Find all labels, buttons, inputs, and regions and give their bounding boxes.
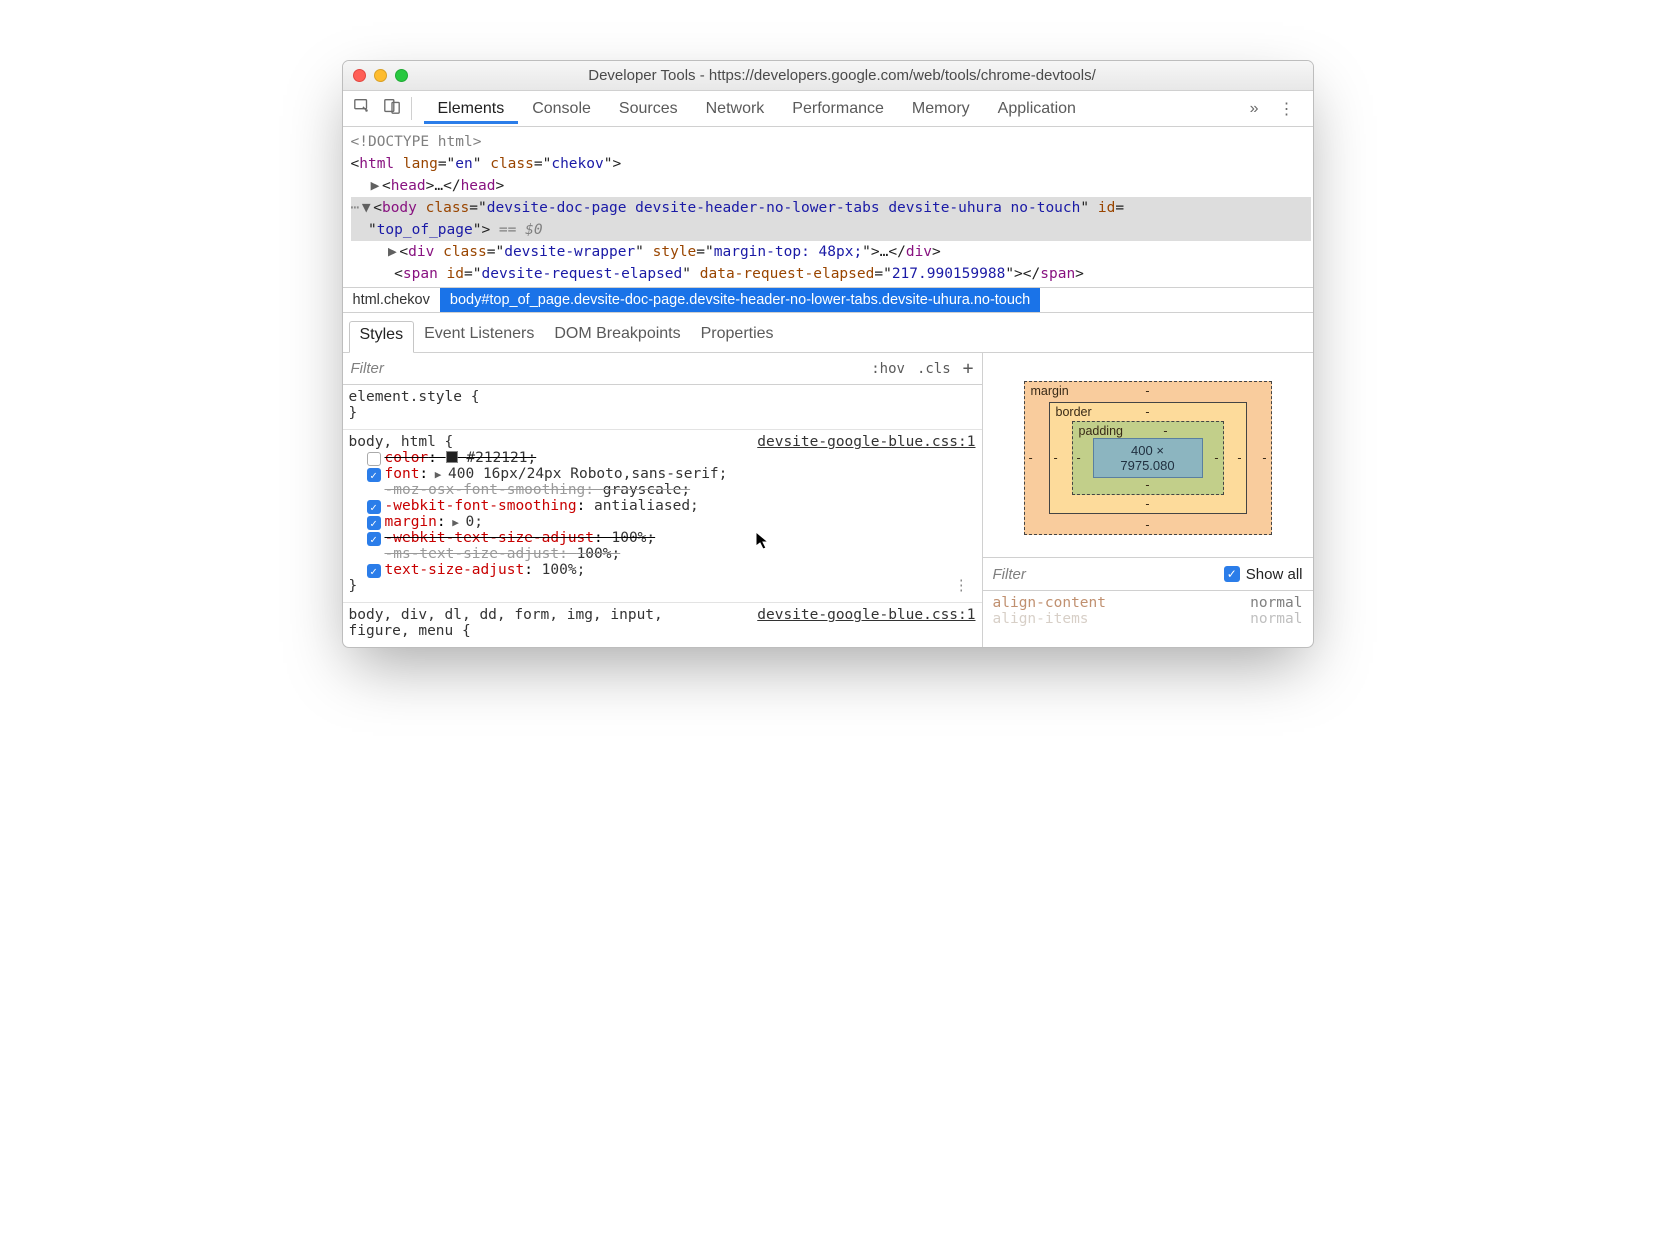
selector-body-html[interactable]: body, html { <box>349 434 454 450</box>
prop-webkit-font-smoothing[interactable]: ✓ -webkit-font-smoothing: antialiased; <box>349 498 976 514</box>
box-padding-label: padding <box>1079 424 1124 438</box>
selector-element-style[interactable]: element.style { <box>349 389 480 405</box>
box-model[interactable]: margin - - - - border - - - - padding - <box>983 353 1313 557</box>
prop-color[interactable]: color: #212121; <box>349 450 976 466</box>
inspect-element-icon[interactable] <box>353 97 371 120</box>
subtab-event-listeners[interactable]: Event Listeners <box>414 321 544 352</box>
subtab-properties[interactable]: Properties <box>691 321 784 352</box>
prop-checkbox[interactable]: ✓ <box>367 532 381 546</box>
computed-row[interactable]: align-content normal <box>993 595 1303 611</box>
color-swatch-icon[interactable] <box>446 451 458 463</box>
show-all-label: Show all <box>1246 566 1303 583</box>
collapse-icon[interactable]: ▼ <box>359 197 373 219</box>
computed-pane: margin - - - - border - - - - padding - <box>983 353 1313 647</box>
styles-split: Filter :hov .cls + element.style { } bod… <box>343 353 1313 647</box>
breadcrumb-body[interactable]: body#top_of_page.devsite-doc-page.devsit… <box>440 288 1040 312</box>
zoom-window-button[interactable] <box>395 69 408 82</box>
breadcrumb-html[interactable]: html.chekov <box>343 288 440 312</box>
kebab-menu-icon[interactable]: ⋮ <box>1271 99 1303 119</box>
overflow-tabs-icon[interactable]: » <box>1242 100 1267 118</box>
computed-row[interactable]: align-items normal <box>993 611 1303 627</box>
devtools-window: Developer Tools - https://developers.goo… <box>342 60 1314 648</box>
dom-node-head[interactable]: ▶<head>…</head> <box>351 175 1311 197</box>
prop-margin[interactable]: ✓ margin: ▶ 0; <box>349 514 976 530</box>
prop-checkbox[interactable]: ✓ <box>367 500 381 514</box>
sidebar-tabs: Styles Event Listeners DOM Breakpoints P… <box>343 313 1313 353</box>
dom-tree[interactable]: <!DOCTYPE html> <html lang="en" class="c… <box>343 127 1313 287</box>
device-toolbar-icon[interactable] <box>383 97 401 120</box>
rule-body-html[interactable]: body, html { devsite-google-blue.css:1 c… <box>343 430 982 603</box>
selector-body-div[interactable]: body, div, dl, dd, form, img, input, <box>349 607 663 623</box>
show-all-checkbox[interactable]: ✓ <box>1224 566 1240 582</box>
dom-node-body-selected[interactable]: ⋯▼<body class="devsite-doc-page devsite-… <box>351 197 1311 241</box>
prop-checkbox[interactable]: ✓ <box>367 468 381 482</box>
cls-toggle[interactable]: .cls <box>917 361 951 377</box>
dom-node-span[interactable]: <span id="devsite-request-elapsed" data-… <box>351 263 1311 285</box>
tab-elements[interactable]: Elements <box>424 94 519 124</box>
prop-checkbox[interactable]: ✓ <box>367 564 381 578</box>
prop-checkbox[interactable] <box>367 452 381 466</box>
source-link[interactable]: devsite-google-blue.css:1 <box>757 607 975 623</box>
styles-filter-input[interactable]: Filter <box>351 360 384 377</box>
prop-ms-text-size-adjust[interactable]: -ms-text-size-adjust: 100%; <box>349 546 976 562</box>
box-margin-label: margin <box>1031 384 1069 398</box>
tab-memory[interactable]: Memory <box>898 94 984 124</box>
tab-sources[interactable]: Sources <box>605 94 692 124</box>
expand-icon[interactable]: ▶ <box>368 175 382 197</box>
dom-doctype[interactable]: <!DOCTYPE html> <box>351 134 482 150</box>
panel-tabs: Elements Console Sources Network Perform… <box>424 94 1090 124</box>
styles-pane: Filter :hov .cls + element.style { } bod… <box>343 353 983 647</box>
expand-shorthand-icon[interactable]: ▶ <box>428 468 448 481</box>
close-window-button[interactable] <box>353 69 366 82</box>
expand-icon[interactable]: ▶ <box>385 241 399 263</box>
prop-moz-osx-font-smoothing[interactable]: -moz-osx-font-smoothing: grayscale; <box>349 482 976 498</box>
traffic-lights <box>353 69 408 82</box>
main-toolbar: Elements Console Sources Network Perform… <box>343 91 1313 127</box>
new-rule-icon[interactable]: + <box>963 358 974 379</box>
hov-toggle[interactable]: :hov <box>871 361 905 377</box>
titlebar: Developer Tools - https://developers.goo… <box>343 61 1313 91</box>
tab-application[interactable]: Application <box>984 94 1090 124</box>
subtab-styles[interactable]: Styles <box>349 321 415 353</box>
subtab-dom-breakpoints[interactable]: DOM Breakpoints <box>544 321 690 352</box>
computed-filter-row: Filter ✓ Show all <box>983 557 1313 591</box>
computed-properties[interactable]: align-content normal align-items normal <box>983 591 1313 631</box>
tab-performance[interactable]: Performance <box>778 94 898 124</box>
prop-webkit-text-size-adjust[interactable]: ✓ -webkit-text-size-adjust: 100%; <box>349 530 976 546</box>
minimize-window-button[interactable] <box>374 69 387 82</box>
expand-shorthand-icon[interactable]: ▶ <box>446 516 466 529</box>
prop-checkbox[interactable]: ✓ <box>367 516 381 530</box>
prop-text-size-adjust[interactable]: ✓ text-size-adjust: 100%; <box>349 562 976 578</box>
rule-body-div-etc[interactable]: body, div, dl, dd, form, img, input, dev… <box>343 603 982 647</box>
dom-node-div[interactable]: ▶<div class="devsite-wrapper" style="mar… <box>351 241 1311 263</box>
source-link[interactable]: devsite-google-blue.css:1 <box>757 434 975 450</box>
tab-console[interactable]: Console <box>518 94 605 124</box>
breadcrumb: html.chekov body#top_of_page.devsite-doc… <box>343 287 1313 313</box>
computed-filter-input[interactable]: Filter <box>993 566 1026 583</box>
box-border-label: border <box>1056 405 1092 419</box>
rule-menu-icon[interactable]: ⋮ <box>954 578 976 594</box>
tab-network[interactable]: Network <box>692 94 779 124</box>
rule-element-style[interactable]: element.style { } <box>343 385 982 430</box>
styles-filter-row: Filter :hov .cls + <box>343 353 982 385</box>
dom-node-html[interactable]: <html lang="en" class="chekov"> <box>351 153 1311 175</box>
box-content-size: 400 × 7975.080 <box>1093 438 1203 478</box>
prop-font[interactable]: ✓ font: ▶ 400 16px/24px Roboto,sans-seri… <box>349 466 976 482</box>
window-title: Developer Tools - https://developers.goo… <box>422 67 1263 84</box>
